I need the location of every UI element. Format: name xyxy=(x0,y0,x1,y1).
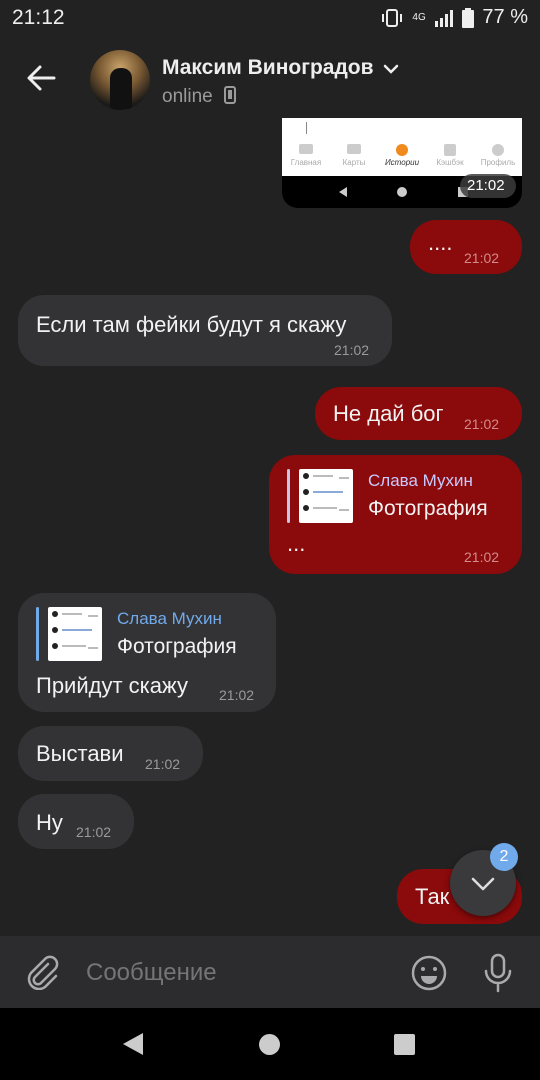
reply-thumbnail xyxy=(48,607,102,661)
message-time: 21:02 xyxy=(464,416,500,432)
nav-recents-icon[interactable] xyxy=(394,1034,415,1055)
message-text: .... xyxy=(428,230,453,255)
reply-bar xyxy=(36,607,39,661)
message-text: Не дай бог xyxy=(333,401,444,426)
photo-nav-item-active: Истории xyxy=(378,138,426,174)
photo-back-icon xyxy=(339,187,347,197)
mobile-phone-icon xyxy=(224,86,236,104)
microphone-icon[interactable] xyxy=(482,953,514,993)
message-incoming[interactable]: Ну 21:02 xyxy=(18,794,134,849)
back-arrow-icon[interactable] xyxy=(26,64,56,92)
contact-name-text: Максим Виноградов xyxy=(162,56,374,79)
reply-author: Слава Мухин xyxy=(368,471,473,490)
photo-nav-item: Кэшбэк xyxy=(426,138,474,174)
battery-level: 77 % xyxy=(482,6,528,28)
unread-badge: 2 xyxy=(490,843,518,871)
avatar[interactable] xyxy=(90,50,150,110)
message-text: Прийдут скажу xyxy=(36,673,188,698)
chevron-down-icon xyxy=(471,877,495,891)
reply-text: Фотография xyxy=(117,635,237,658)
message-time: 21:02 xyxy=(464,250,500,266)
photo-app-nav: Главная Карты Истории Кэшбэк Профиль xyxy=(282,138,522,174)
battery-icon xyxy=(462,7,475,28)
message-composer xyxy=(0,936,540,1008)
message-time: 21:02 xyxy=(145,756,181,772)
message-outgoing-reply[interactable]: Слава Мухин Фотография ... 21:02 xyxy=(269,455,522,574)
photo-nav-item: Карты xyxy=(330,138,378,174)
reply-text: Фотография xyxy=(368,497,488,520)
photo-message[interactable]: Главная Карты Истории Кэшбэк Профиль 21:… xyxy=(282,118,522,208)
status-bar: 21:12 4G 77 % xyxy=(0,0,540,38)
message-time: 21:02 xyxy=(464,549,500,565)
contact-status: online xyxy=(162,86,236,108)
photo-app-screen: Главная Карты Истории Кэшбэк Профиль xyxy=(282,118,522,176)
network-type: 4G xyxy=(412,11,426,23)
message-text: ... xyxy=(287,531,306,556)
status-time: 21:12 xyxy=(12,6,65,29)
reply-thumbnail xyxy=(299,469,353,523)
photo-nav-item: Профиль xyxy=(474,138,522,174)
message-incoming[interactable]: Выстави 21:02 xyxy=(18,726,203,781)
chevron-down-icon xyxy=(384,64,399,74)
photo-time-pill: 21:02 xyxy=(460,174,516,198)
message-time: 21:02 xyxy=(334,342,370,358)
vibrate-icon xyxy=(382,8,403,27)
status-icons: 4G 77 % xyxy=(380,6,528,29)
paperclip-icon[interactable] xyxy=(26,954,60,990)
photo-cursor xyxy=(306,122,307,134)
message-text: Ну xyxy=(36,810,63,835)
contact-name[interactable]: Максим Виноградов xyxy=(162,56,399,80)
message-time: 21:02 xyxy=(76,824,112,840)
message-input[interactable] xyxy=(84,950,388,996)
reply-author: Слава Мухин xyxy=(117,609,222,628)
contact-status-text: online xyxy=(162,86,213,107)
message-time: 21:02 xyxy=(219,687,255,703)
message-text: Так xyxy=(415,884,450,909)
message-incoming[interactable]: Если там фейки будут я скажу 21:02 xyxy=(18,295,392,366)
avatar-figure xyxy=(110,68,132,110)
message-text: Если там фейки будут я скажу xyxy=(36,312,347,337)
signal-icon xyxy=(435,9,454,27)
reply-bar xyxy=(287,469,290,523)
nav-back-icon[interactable] xyxy=(122,1032,144,1056)
message-outgoing[interactable]: Не дай бог 21:02 xyxy=(315,387,522,440)
message-incoming-reply[interactable]: Слава Мухин Фотография Прийдут скажу 21:… xyxy=(18,593,276,712)
emoji-icon[interactable] xyxy=(411,955,447,991)
photo-nav-item: Главная xyxy=(282,138,330,174)
system-nav-bar xyxy=(0,1008,540,1080)
message-text: Выстави xyxy=(36,741,124,766)
chat-header: Максим Виноградов online xyxy=(0,38,540,118)
nav-home-icon[interactable] xyxy=(259,1034,280,1055)
message-outgoing[interactable]: .... 21:02 xyxy=(410,220,522,274)
photo-home-icon xyxy=(397,187,407,197)
